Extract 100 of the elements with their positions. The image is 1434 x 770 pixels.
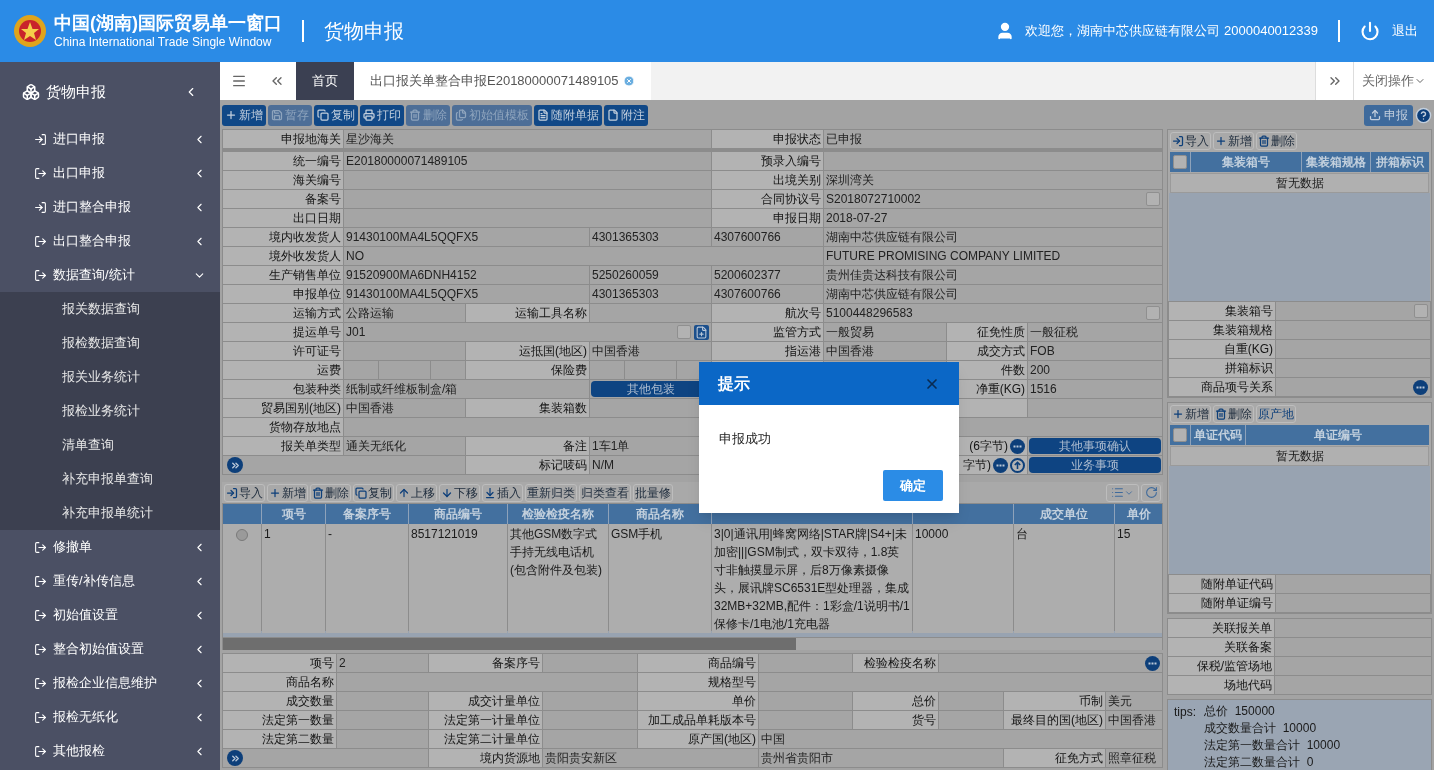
input-field[interactable] <box>1276 594 1430 612</box>
input-field[interactable] <box>1028 399 1162 417</box>
input-field[interactable] <box>337 673 637 691</box>
sidebar-item[interactable]: 初始值设置 <box>0 598 220 632</box>
input-field[interactable]: 深圳湾关 <box>824 171 1162 189</box>
toolbar-button[interactable]: 随附单据 <box>534 104 602 126</box>
sidebar-item[interactable]: 重传/补传信息 <box>0 564 220 598</box>
sidebar-item[interactable]: 出口整合申报 <box>0 224 220 258</box>
input-field[interactable]: FUTURE PROMISING COMPANY LIMITED <box>824 247 1162 265</box>
input-field[interactable]: 一般贸易 <box>824 323 946 341</box>
input-field[interactable]: 星沙海关 <box>344 130 711 148</box>
tab[interactable]: 出口报关单整合申报E20180000071489105 <box>354 62 651 100</box>
input-field[interactable] <box>1276 302 1430 320</box>
input-field[interactable]: 91430100MA4L5QQFX5 <box>344 285 589 303</box>
input-field[interactable]: 纸制或纤维板制盒/箱 <box>344 380 589 398</box>
toolbar-button[interactable]: 导入 <box>1170 132 1211 150</box>
input-field[interactable]: 湖南中芯供应链有限公司 <box>824 228 1162 246</box>
tab[interactable]: 首页 <box>296 62 354 100</box>
toolbar-button[interactable]: 删除 <box>310 483 351 502</box>
input-field[interactable] <box>759 654 852 672</box>
input-field[interactable] <box>543 711 637 729</box>
toolbar-button[interactable]: 新增 <box>267 483 308 502</box>
input-field[interactable]: 公路运输 <box>344 304 465 322</box>
input-field[interactable] <box>1275 657 1431 675</box>
sidebar-item[interactable]: 进口整合申报 <box>0 190 220 224</box>
input-field[interactable]: 200 <box>1028 361 1162 379</box>
input-field[interactable]: S2018072710002 <box>824 190 1162 208</box>
input-field[interactable] <box>824 152 1162 170</box>
input-field[interactable]: 91430100MA4L5QQFX5 <box>344 228 589 246</box>
toolbar-button[interactable]: 复制 <box>353 483 394 502</box>
input-field[interactable] <box>590 304 711 322</box>
more-icon[interactable] <box>1413 379 1428 395</box>
input-field[interactable] <box>1276 321 1430 339</box>
input-field[interactable] <box>337 692 428 710</box>
toolbar-button[interactable]: 批量修 <box>633 483 673 502</box>
input-field[interactable] <box>379 361 430 379</box>
toolbar-button[interactable]: 下移 <box>439 483 480 502</box>
input-field[interactable]: 5100448296583 <box>824 304 1162 322</box>
sidebar-subitem[interactable]: 报关数据查询 <box>0 292 220 326</box>
sidebar-item[interactable]: 出口申报 <box>0 156 220 190</box>
input-field[interactable]: 一般征税 <box>1028 323 1162 341</box>
input-field[interactable] <box>759 673 1162 691</box>
sidebar-subitem[interactable]: 报关业务统计 <box>0 360 220 394</box>
input-field[interactable] <box>337 711 428 729</box>
input-field[interactable] <box>344 361 378 379</box>
input-field[interactable] <box>344 342 465 360</box>
input-field[interactable] <box>344 209 711 227</box>
input-field[interactable]: E20180000071489105 <box>344 152 711 170</box>
toolbar-button[interactable]: 打印 <box>360 104 404 126</box>
toolbar-button[interactable]: 插入 <box>482 483 523 502</box>
action-button[interactable]: 业务事项 <box>1029 457 1161 473</box>
input-field[interactable] <box>337 730 428 748</box>
toolbar-button[interactable]: 重新归类 <box>525 483 577 502</box>
more-icon[interactable] <box>1145 655 1160 671</box>
document-icon[interactable] <box>694 324 709 340</box>
input-field[interactable] <box>625 361 676 379</box>
sidebar-subitem[interactable]: 报检业务统计 <box>0 394 220 428</box>
sidebar-item[interactable]: 进口申报 <box>0 122 220 156</box>
input-field[interactable]: FOB <box>1028 342 1162 360</box>
input-field[interactable] <box>939 654 1162 672</box>
toolbar-button[interactable]: 删除 <box>1213 405 1254 423</box>
ok-button[interactable]: 确定 <box>883 470 943 501</box>
scrollbar-thumb[interactable] <box>223 638 796 650</box>
input-field[interactable] <box>1275 676 1431 694</box>
refresh-button[interactable] <box>1141 483 1161 502</box>
input-field[interactable]: 4307600766 <box>712 285 823 303</box>
input-field[interactable]: 4307600766 <box>712 228 823 246</box>
sidebar-item[interactable]: 报检无纸化 <box>0 700 220 734</box>
toolbar-button[interactable]: 新增 <box>1170 405 1211 423</box>
input-field[interactable]: 已申报 <box>824 130 1162 148</box>
input-field[interactable] <box>1276 575 1430 593</box>
input-field[interactable]: 中国 <box>759 730 1162 748</box>
sidebar-subitem[interactable]: 补充申报单统计 <box>0 496 220 530</box>
input-field[interactable] <box>1275 619 1431 637</box>
sidebar-subitem[interactable]: 补充申报单查询 <box>0 462 220 496</box>
input-field[interactable]: 美元 <box>1106 692 1162 710</box>
toolbar-button[interactable]: 原产地 <box>1256 405 1296 423</box>
input-field[interactable] <box>543 692 637 710</box>
toolbar-button[interactable]: 删除 <box>1256 132 1297 150</box>
input-field[interactable] <box>543 654 637 672</box>
input-field[interactable]: 中国香港 <box>1106 711 1162 729</box>
checkbox[interactable] <box>677 325 691 339</box>
input-field[interactable] <box>759 711 852 729</box>
input-field[interactable] <box>1276 378 1430 396</box>
more-icon[interactable] <box>1010 438 1025 454</box>
toolbar-button[interactable]: 归类查看 <box>579 483 631 502</box>
close-operations-dropdown[interactable]: 关闭操作 <box>1353 62 1434 100</box>
input-field[interactable] <box>344 190 711 208</box>
input-field[interactable] <box>344 171 711 189</box>
input-field[interactable]: NO <box>344 247 823 265</box>
input-field[interactable]: 贵州省贵阳市 <box>759 749 1003 767</box>
sidebar-item[interactable]: 数据查询/统计 <box>0 258 220 292</box>
toolbar-button[interactable]: 导入 <box>224 483 265 502</box>
input-field[interactable]: 中国香港 <box>344 399 465 417</box>
input-field[interactable]: 贵州佳贵达科技有限公司 <box>824 266 1162 284</box>
input-field[interactable] <box>1276 340 1430 358</box>
input-field[interactable] <box>939 692 1003 710</box>
toolbar-button[interactable]: 新增 <box>1213 132 1254 150</box>
more-icon[interactable] <box>993 457 1008 473</box>
input-field[interactable]: 2 <box>337 654 428 672</box>
